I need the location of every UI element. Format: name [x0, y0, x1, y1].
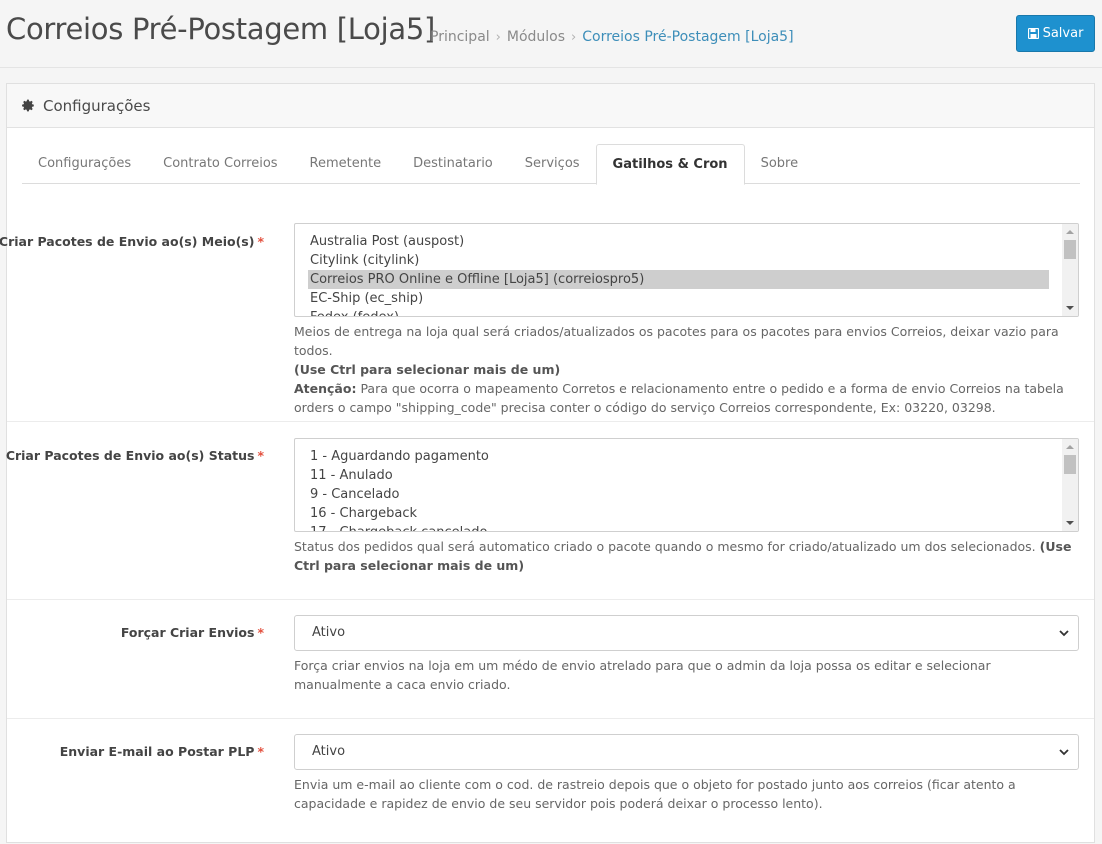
- chevron-down-icon: [1059, 749, 1069, 756]
- list-item[interactable]: 11 - Anulado: [295, 466, 1035, 485]
- list-item[interactable]: 9 - Cancelado: [295, 485, 1035, 504]
- breadcrumb-item-current[interactable]: Correios Pré-Postagem [Loja5]: [582, 29, 793, 45]
- tab-contrato-correios[interactable]: Contrato Correios: [147, 144, 293, 184]
- settings-panel: Configurações Configurações Contrato Cor…: [0, 83, 1095, 844]
- scrollbar[interactable]: [1062, 439, 1078, 531]
- breadcrumb-item-principal[interactable]: Principal: [430, 29, 490, 45]
- tab-configuracoes[interactable]: Configurações: [22, 144, 147, 184]
- list-item[interactable]: Citylink (citylink): [295, 251, 1035, 270]
- gear-icon: [22, 99, 34, 112]
- list-item-selected[interactable]: Correios PRO Online e Offline [Loja5] (c…: [308, 270, 1049, 289]
- breadcrumb-separator-icon: ›: [495, 29, 501, 45]
- scrollbar-thumb[interactable]: [1064, 455, 1076, 474]
- scroll-down-icon[interactable]: [1066, 306, 1074, 310]
- save-button-label: Salvar: [1042, 26, 1084, 41]
- tab-destinatario[interactable]: Destinatario: [397, 144, 509, 184]
- scroll-up-icon[interactable]: [1066, 230, 1074, 234]
- form-group-meios: Criar Pacotes de Envio ao(s) Meio(s) * Au…: [0, 200, 1094, 422]
- breadcrumb-separator-icon: ›: [571, 29, 577, 45]
- list-item[interactable]: Australia Post (auspost): [295, 232, 1035, 251]
- tab-bar: Configurações Contrato Correios Remetent…: [22, 144, 1080, 185]
- list-item[interactable]: EC-Ship (ec_ship): [295, 289, 1035, 308]
- forcar-select[interactable]: Ativo: [294, 615, 1079, 651]
- help-text-email: Envia um e-mail ao cliente com o cod. de…: [294, 777, 1016, 811]
- breadcrumb: Principal › Módulos › Correios Pré-Posta…: [430, 29, 794, 45]
- status-multiselect[interactable]: 1 - Aguardando pagamento 11 - Anulado 9 …: [294, 438, 1079, 532]
- tab-remetente[interactable]: Remetente: [294, 144, 398, 184]
- scroll-down-icon[interactable]: [1066, 521, 1074, 525]
- scroll-up-icon[interactable]: [1066, 445, 1074, 449]
- tab-sobre[interactable]: Sobre: [745, 144, 815, 184]
- list-item[interactable]: 17 - Chargeback cancelado: [295, 523, 1035, 531]
- help-text-forcar: Força criar envios na loja em um médo de…: [294, 658, 991, 692]
- form-group-email: Enviar E-mail ao Postar PLP * Ativo Envia…: [7, 719, 1094, 844]
- field-label-status: Criar Pacotes de Envio ao(s) Status *: [5, 448, 264, 463]
- save-button[interactable]: Salvar: [1016, 15, 1095, 52]
- panel-heading-title: Configurações: [43, 96, 151, 115]
- field-label-meios: Criar Pacotes de Envio ao(s) Meio(s) *: [0, 234, 264, 249]
- list-item[interactable]: Fedex (fedex): [295, 308, 1035, 316]
- form-group-forcar: Forçar Criar Envios * Ativo Força criar e…: [7, 600, 1094, 719]
- tab-servicos[interactable]: Serviços: [509, 144, 596, 184]
- scrollbar-thumb[interactable]: [1064, 240, 1076, 259]
- help-text-status: Status dos pedidos qual será automatico …: [294, 539, 1072, 573]
- field-label-forcar: Forçar Criar Envios *: [120, 625, 264, 640]
- email-select[interactable]: Ativo: [294, 734, 1079, 770]
- list-item[interactable]: 16 - Chargeback: [295, 504, 1035, 523]
- floppy-disk-icon: [1027, 27, 1039, 40]
- tab-gatilhos-cron[interactable]: Gatilhos & Cron: [595, 144, 745, 185]
- meios-multiselect[interactable]: Australia Post (auspost) Citylink (cityl…: [294, 223, 1079, 317]
- form-group-status: Criar Pacotes de Envio ao(s) Status * 1 -…: [5, 422, 1094, 600]
- page-header: Correios Pré-Postagem [Loja5] Principal …: [0, 0, 1102, 68]
- page-title: Correios Pré-Postagem [Loja5]: [6, 12, 435, 46]
- panel-heading: Configurações: [7, 84, 1094, 128]
- list-item[interactable]: 1 - Aguardando pagamento: [295, 447, 1035, 466]
- help-text-meios: Meios de entrega na loja qual será criad…: [294, 324, 1064, 415]
- chevron-down-icon: [1059, 630, 1069, 637]
- breadcrumb-item-modulos[interactable]: Módulos: [507, 29, 565, 45]
- field-label-email: Enviar E-mail ao Postar PLP *: [59, 744, 264, 759]
- scrollbar[interactable]: [1062, 224, 1078, 316]
